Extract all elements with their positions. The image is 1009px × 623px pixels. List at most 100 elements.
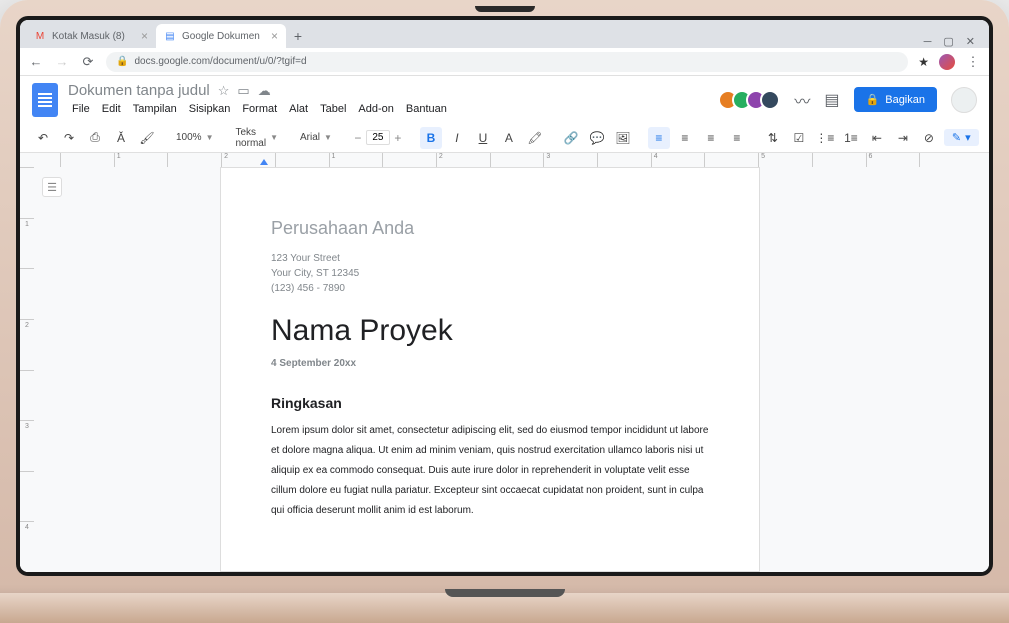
user-avatar[interactable] — [951, 87, 977, 113]
header-right: 〰 ▤ 🔒 Bagikan — [724, 87, 977, 113]
maximize-icon[interactable]: ▢ — [943, 35, 953, 48]
url-bar: ← → ⟳ 🔒 docs.google.com/document/u/0/?tg… — [20, 48, 989, 76]
document-title[interactable]: Dokumen tanpa judul — [68, 82, 210, 99]
menu-view[interactable]: Tampilan — [129, 101, 181, 117]
close-icon[interactable]: × — [271, 29, 278, 43]
comments-icon[interactable]: ▤ — [824, 90, 839, 110]
activity-icon[interactable]: 〰 — [794, 88, 810, 112]
share-button[interactable]: 🔒 Bagikan — [854, 87, 937, 112]
spellcheck-button[interactable]: Ǎ — [110, 127, 132, 149]
align-justify-button[interactable]: ≡ — [726, 127, 748, 149]
tab-label: Kotak Masuk (8) — [52, 31, 125, 42]
comment-button[interactable]: 💬 — [586, 127, 608, 149]
laptop-frame: M Kotak Masuk (8) × ▤ Google Dokumen × +… — [0, 0, 1009, 623]
zoom-select[interactable]: 100%▼ — [172, 132, 218, 143]
align-left-button[interactable]: ≡ — [648, 127, 670, 149]
style-select[interactable]: Teks normal▼ — [232, 127, 282, 149]
project-title: Nama Proyek — [271, 314, 709, 348]
bold-button[interactable]: B — [420, 127, 442, 149]
minimize-icon[interactable]: ─ — [924, 36, 932, 48]
browser-tab-gmail[interactable]: M Kotak Masuk (8) × — [26, 24, 156, 48]
horizontal-ruler[interactable]: 12123456 — [60, 153, 973, 167]
link-button[interactable]: 🔗 — [560, 127, 582, 149]
cloud-icon[interactable]: ☁ — [258, 83, 271, 99]
laptop-notch — [475, 6, 535, 12]
menu-table[interactable]: Tabel — [316, 101, 350, 117]
profile-avatar[interactable] — [939, 54, 955, 70]
document-date: 4 September 20xx — [271, 358, 709, 369]
url-field[interactable]: 🔒 docs.google.com/document/u/0/?tgif=d — [106, 52, 908, 72]
editing-mode-button[interactable]: ✎▾ — [944, 129, 979, 146]
chrome-menu-icon[interactable]: ⋮ — [965, 54, 981, 70]
new-tab-button[interactable]: + — [286, 24, 310, 48]
increase-size-button[interactable]: + — [390, 131, 406, 145]
paint-format-button[interactable]: 🖌 — [136, 127, 158, 149]
gmail-icon: M — [34, 30, 46, 42]
checklist-button[interactable]: ☑ — [788, 127, 810, 149]
document-page[interactable]: Perusahaan Anda 123 Your Street Your Cit… — [220, 167, 760, 572]
canvas-area: 12123456 1234 ☰ Perusahaan Anda 123 Your… — [20, 153, 989, 572]
indent-marker-icon[interactable] — [260, 159, 268, 165]
align-right-button[interactable]: ≡ — [700, 127, 722, 149]
close-window-icon[interactable]: ✕ — [966, 35, 975, 48]
doc-title-area: Dokumen tanpa judul ☆ ▭ ☁ File Edit Tamp… — [68, 82, 451, 117]
underline-button[interactable]: U — [472, 127, 494, 149]
outdent-button[interactable]: ⇤ — [866, 127, 888, 149]
italic-button[interactable]: I — [446, 127, 468, 149]
menu-bar: File Edit Tampilan Sisipkan Format Alat … — [68, 101, 451, 117]
window-controls: ─ ▢ ✕ — [916, 35, 983, 48]
redo-button[interactable]: ↷ — [58, 127, 80, 149]
print-button[interactable]: ⎙ — [84, 127, 106, 149]
outline-toggle-button[interactable]: ☰ — [42, 177, 62, 197]
menu-addons[interactable]: Add-on — [354, 101, 397, 117]
section-heading: Ringkasan — [271, 395, 709, 411]
close-icon[interactable]: × — [141, 29, 148, 43]
indent-button[interactable]: ⇥ — [892, 127, 914, 149]
lock-icon: 🔒 — [116, 56, 128, 67]
browser-tab-docs[interactable]: ▤ Google Dokumen × — [156, 24, 286, 48]
move-icon[interactable]: ▭ — [237, 83, 249, 99]
url-bar-right: ★ ⋮ — [918, 54, 981, 70]
menu-help[interactable]: Bantuan — [402, 101, 451, 117]
font-size-group: − 25 + — [350, 130, 406, 145]
bullet-list-button[interactable]: ⋮≡ — [814, 127, 836, 149]
font-select[interactable]: Arial▼ — [296, 132, 336, 143]
body-text: Lorem ipsum dolor sit amet, consectetur … — [271, 421, 709, 521]
back-button[interactable]: ← — [28, 54, 44, 69]
vertical-ruler[interactable]: 1234 — [20, 167, 34, 572]
pencil-icon: ✎ — [952, 131, 961, 144]
docs-logo-icon[interactable] — [32, 83, 58, 117]
address-line: (123) 456 - 7890 — [271, 281, 709, 296]
menu-tools[interactable]: Alat — [285, 101, 312, 117]
image-button[interactable]: 🖼 — [612, 127, 634, 149]
menu-file[interactable]: File — [68, 101, 94, 117]
line-spacing-button[interactable]: ⇅ — [762, 127, 784, 149]
address-line: Your City, ST 12345 — [271, 266, 709, 281]
star-icon[interactable]: ☆ — [218, 83, 230, 99]
lock-icon: 🔒 — [866, 93, 880, 106]
decrease-size-button[interactable]: − — [350, 131, 366, 145]
screen-bezel: M Kotak Masuk (8) × ▤ Google Dokumen × +… — [16, 16, 993, 576]
share-label: Bagikan — [885, 94, 925, 106]
url-text: docs.google.com/document/u/0/?tgif=d — [134, 56, 306, 67]
undo-button[interactable]: ↶ — [32, 127, 54, 149]
font-size-input[interactable]: 25 — [366, 130, 390, 145]
screen: M Kotak Masuk (8) × ▤ Google Dokumen × +… — [20, 20, 989, 572]
collapse-toolbar-button[interactable]: ˆ — [983, 127, 989, 149]
highlight-button[interactable]: 🖍 — [524, 127, 546, 149]
reload-button[interactable]: ⟳ — [80, 54, 96, 70]
extensions-icon[interactable]: ★ — [918, 55, 929, 69]
menu-format[interactable]: Format — [238, 101, 281, 117]
menu-insert[interactable]: Sisipkan — [185, 101, 235, 117]
forward-button[interactable]: → — [54, 54, 70, 69]
numbered-list-button[interactable]: 1≡ — [840, 127, 862, 149]
laptop-base — [0, 593, 1009, 623]
collaborator-avatars[interactable] — [724, 90, 780, 110]
menu-edit[interactable]: Edit — [98, 101, 125, 117]
text-color-button[interactable]: A — [498, 127, 520, 149]
toolbar: ↶ ↷ ⎙ Ǎ 🖌 100%▼ Teks normal▼ Arial▼ — [20, 123, 989, 153]
browser-tab-strip: M Kotak Masuk (8) × ▤ Google Dokumen × +… — [20, 20, 989, 48]
company-placeholder: Perusahaan Anda — [271, 218, 709, 239]
align-center-button[interactable]: ≡ — [674, 127, 696, 149]
clear-format-button[interactable]: ⊘ — [918, 127, 940, 149]
